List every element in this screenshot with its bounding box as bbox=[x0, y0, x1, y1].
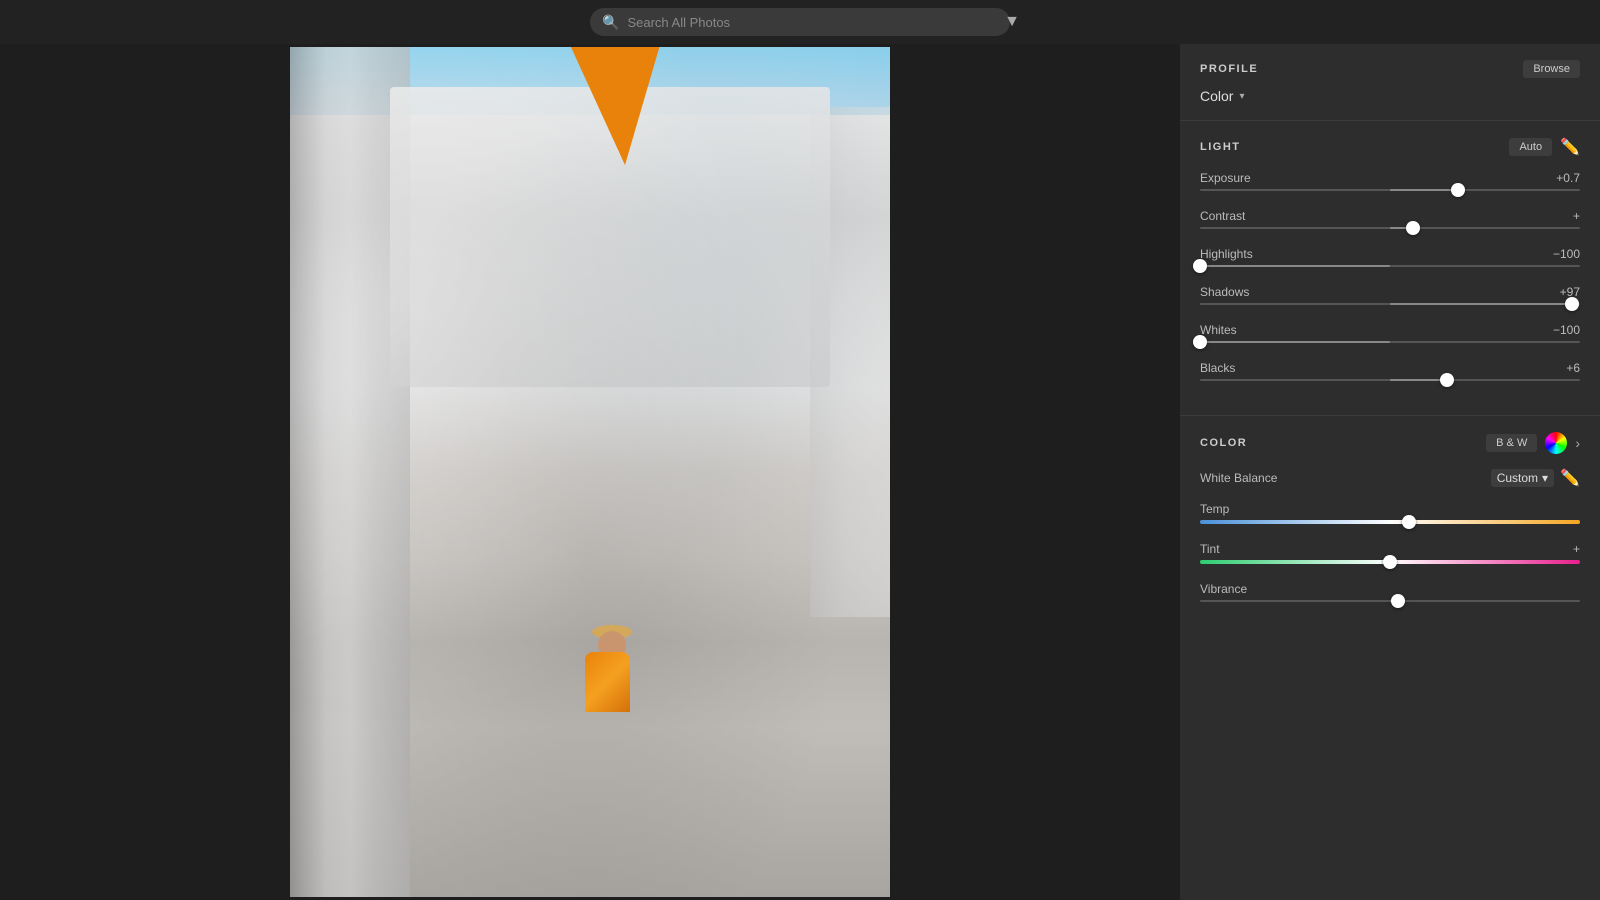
exposure-slider-row: Exposure +0.7 bbox=[1200, 171, 1580, 191]
white-balance-label: White Balance bbox=[1200, 471, 1277, 485]
whites-fill bbox=[1200, 341, 1390, 343]
color-mix-button[interactable] bbox=[1545, 432, 1567, 454]
exposure-value: +0.7 bbox=[1556, 171, 1580, 185]
highlights-thumb[interactable] bbox=[1193, 259, 1207, 273]
tint-thumb[interactable] bbox=[1383, 555, 1397, 569]
highlights-label: Highlights bbox=[1200, 247, 1253, 261]
color-section: COLOR B & W › White Balance Custom ▾ ✏️ bbox=[1180, 416, 1600, 636]
search-icon: 🔍 bbox=[602, 14, 619, 31]
white-balance-select[interactable]: Custom ▾ bbox=[1491, 469, 1554, 487]
shadows-track[interactable] bbox=[1200, 303, 1580, 305]
tint-label: Tint bbox=[1200, 542, 1220, 556]
blacks-fill bbox=[1390, 379, 1447, 381]
highlights-fill bbox=[1200, 265, 1390, 267]
profile-title: PROFILE bbox=[1200, 63, 1258, 75]
contrast-value: + bbox=[1573, 209, 1580, 223]
main-content: PROFILE Browse Color ▾ LIGHT Auto ✏️ Exp… bbox=[0, 44, 1600, 900]
shadows-label: Shadows bbox=[1200, 285, 1249, 299]
shadows-thumb[interactable] bbox=[1565, 297, 1579, 311]
contrast-thumb[interactable] bbox=[1406, 221, 1420, 235]
contrast-slider-row: Contrast + bbox=[1200, 209, 1580, 229]
shadows-fill bbox=[1390, 303, 1572, 305]
search-box[interactable]: 🔍 Search All Photos bbox=[590, 8, 1010, 36]
contrast-label: Contrast bbox=[1200, 209, 1245, 223]
blacks-thumb[interactable] bbox=[1440, 373, 1454, 387]
color-label: Color bbox=[1200, 88, 1233, 104]
auto-button[interactable]: Auto bbox=[1509, 138, 1552, 156]
shadows-slider-row: Shadows +97 bbox=[1200, 285, 1580, 305]
contrast-track[interactable] bbox=[1200, 227, 1580, 229]
whites-label: Whites bbox=[1200, 323, 1237, 337]
photo-background bbox=[290, 47, 890, 897]
more-button[interactable]: › bbox=[1575, 435, 1580, 451]
top-bar: 🔍 Search All Photos ▼ bbox=[0, 0, 1600, 44]
temple-overlay bbox=[290, 47, 890, 897]
light-section: LIGHT Auto ✏️ Exposure +0.7 bbox=[1180, 121, 1600, 416]
whites-track[interactable] bbox=[1200, 341, 1580, 343]
exposure-track[interactable] bbox=[1200, 189, 1580, 191]
highlights-slider-row: Highlights −100 bbox=[1200, 247, 1580, 267]
profile-section: PROFILE Browse Color ▾ bbox=[1180, 44, 1600, 121]
filter-icon[interactable]: ▼ bbox=[1004, 13, 1020, 31]
exposure-label: Exposure bbox=[1200, 171, 1251, 185]
temp-slider-row: Temp bbox=[1200, 502, 1580, 524]
photo-area bbox=[0, 44, 1180, 900]
whites-slider-row: Whites −100 bbox=[1200, 323, 1580, 343]
dress-skirt bbox=[570, 47, 660, 165]
vibrance-thumb[interactable] bbox=[1391, 594, 1405, 608]
bw-button[interactable]: B & W bbox=[1486, 434, 1537, 452]
search-placeholder: Search All Photos bbox=[627, 15, 730, 30]
white-balance-value: Custom bbox=[1497, 471, 1538, 485]
light-header: LIGHT Auto ✏️ bbox=[1200, 137, 1580, 157]
dress-top bbox=[585, 652, 630, 712]
photo-container bbox=[290, 47, 890, 897]
whites-value: −100 bbox=[1553, 323, 1580, 337]
exposure-thumb[interactable] bbox=[1451, 183, 1465, 197]
tint-track[interactable] bbox=[1200, 560, 1580, 564]
highlights-track[interactable] bbox=[1200, 265, 1580, 267]
wb-dropdown-arrow: ▾ bbox=[1542, 471, 1548, 485]
temp-thumb[interactable] bbox=[1402, 515, 1416, 529]
color-header: COLOR B & W › bbox=[1200, 432, 1580, 454]
blacks-slider-row: Blacks +6 bbox=[1200, 361, 1580, 381]
whites-thumb[interactable] bbox=[1193, 335, 1207, 349]
blacks-label: Blacks bbox=[1200, 361, 1235, 375]
tint-value: + bbox=[1573, 542, 1580, 556]
light-title: LIGHT bbox=[1200, 141, 1241, 153]
vibrance-slider-row: Vibrance bbox=[1200, 582, 1580, 602]
profile-header: PROFILE Browse bbox=[1200, 60, 1580, 78]
blacks-track[interactable] bbox=[1200, 379, 1580, 381]
highlights-value: −100 bbox=[1553, 247, 1580, 261]
browse-button[interactable]: Browse bbox=[1523, 60, 1580, 78]
right-panel: PROFILE Browse Color ▾ LIGHT Auto ✏️ Exp… bbox=[1180, 44, 1600, 900]
wb-eyedropper-icon[interactable]: ✏️ bbox=[1560, 468, 1580, 488]
blacks-value: +6 bbox=[1566, 361, 1580, 375]
white-balance-row: White Balance Custom ▾ ✏️ bbox=[1200, 468, 1580, 488]
vibrance-track[interactable] bbox=[1200, 600, 1580, 602]
temp-track[interactable] bbox=[1200, 520, 1580, 524]
exposure-fill bbox=[1390, 189, 1458, 191]
eyedropper-icon[interactable]: ✏️ bbox=[1560, 137, 1580, 157]
color-title: COLOR bbox=[1200, 437, 1247, 449]
color-dropdown[interactable]: Color ▾ bbox=[1200, 88, 1580, 104]
vibrance-label: Vibrance bbox=[1200, 582, 1247, 596]
tint-slider-row: Tint + bbox=[1200, 542, 1580, 564]
temp-label: Temp bbox=[1200, 502, 1229, 516]
chevron-down-icon: ▾ bbox=[1239, 91, 1244, 102]
